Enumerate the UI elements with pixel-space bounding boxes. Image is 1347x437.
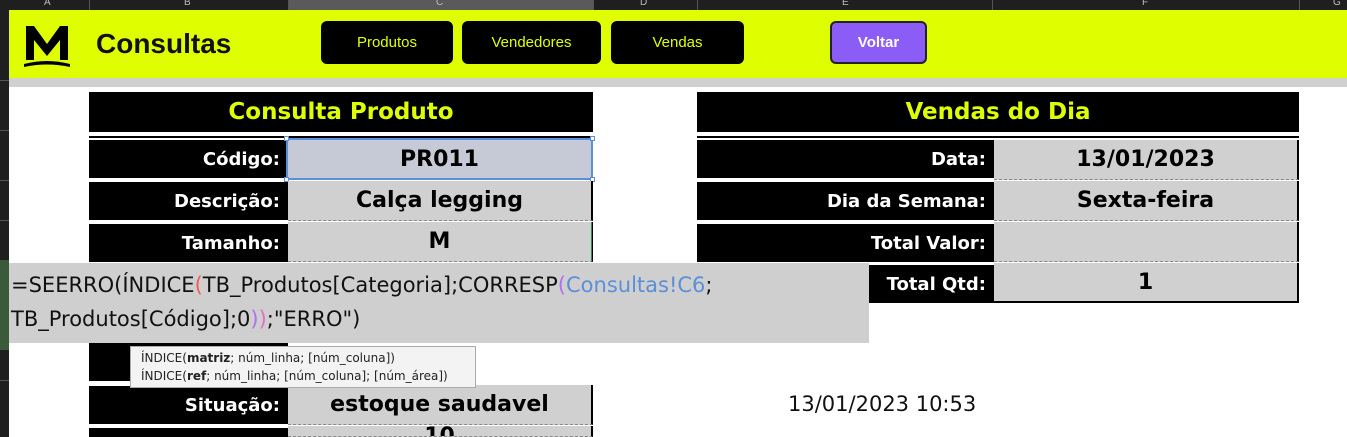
partial-row-cell[interactable]: 10 [288,426,593,437]
descricao-cell[interactable]: Calça legging [288,181,593,221]
row-separator [0,220,9,221]
formula-edit-box[interactable]: =SEERRO(ÍNDICE(TB_Produtos[Categoria];CO… [9,263,869,343]
row-separator [0,380,9,381]
total-valor-label: Total Valor: [697,224,994,264]
timestamp: 13/01/2023 10:53 [788,392,977,416]
formula-paren: ( [194,273,203,297]
row-header-bar [0,10,9,437]
tooltip-fn-name: ÍNDICE( [141,369,187,383]
row-separator [0,80,9,81]
situacao-cell[interactable]: estoque saudavel [288,385,593,425]
column-separator [697,0,698,10]
column-header-d[interactable]: D [640,0,647,8]
column-header-g[interactable]: G [1333,0,1341,8]
total-qtd-label: Total Qtd: [869,265,994,305]
formula-paren: ) [250,307,259,331]
column-separator [288,0,289,10]
codigo-label: Código: [89,140,288,180]
function-signature-tooltip: ÍNDICE(matriz; núm_linha; [núm_coluna]) … [130,346,476,388]
column-header-a[interactable]: A [44,0,51,8]
tooltip-line-ref[interactable]: ÍNDICE(ref; núm_linha; [núm_coluna]; [nú… [141,367,465,385]
m-logo-icon [24,26,70,67]
tamanho-label: Tamanho: [89,224,288,264]
column-header-f[interactable]: F [1142,0,1148,8]
formula-part: TB_Produtos[Categoria];CORRESP [202,273,558,297]
column-header-b[interactable]: B [184,0,191,8]
formula-part: =SEERRO(ÍNDICE [11,273,195,297]
formula-part: ; [705,273,713,297]
column-separator [992,0,993,10]
data-label: Data: [697,140,994,180]
produtos-button[interactable]: Produtos [321,21,453,64]
dia-semana-label: Dia da Semana: [697,182,994,222]
situacao-label: Situação: [89,386,288,426]
column-header-bar: A B C D E F G [0,0,1347,10]
selection-handle[interactable] [284,136,289,141]
active-row-highlight [0,260,9,350]
total-qtd-cell[interactable]: 1 [994,263,1299,303]
selection-handle[interactable] [590,136,595,141]
vendas-do-dia-title: Vendas do Dia [697,92,1299,132]
tooltip-line-matriz[interactable]: ÍNDICE(matriz; núm_linha; [núm_coluna]) [141,349,465,367]
formula-paren: ) [258,307,267,331]
tooltip-arg: ref [186,369,207,383]
descricao-label: Descrição: [89,182,288,222]
column-header-c[interactable]: C [436,0,443,8]
total-valor-cell[interactable] [994,222,1299,262]
tooltip-args: ; núm_linha; [núm_coluna]) [230,351,395,365]
tooltip-args: ; núm_linha; [núm_coluna]; [núm_área]) [206,369,448,383]
vendedores-button[interactable]: Vendedores [462,21,601,64]
cell-border-indicator [591,222,592,262]
voltar-button[interactable]: Voltar [830,21,927,64]
formula-part: TB_Produtos[Código];0 [11,307,251,331]
column-separator [1299,0,1300,10]
column-separator [89,0,90,10]
column-header-e[interactable]: E [842,0,849,8]
formula-cell-reference[interactable]: Consultas!C6 [566,273,705,297]
partial-row-label [89,428,288,437]
codigo-cell[interactable]: PR011 [286,138,593,180]
vendas-button[interactable]: Vendas [611,21,744,64]
panel-border [697,136,1299,138]
tooltip-fn-name: ÍNDICE( [141,351,187,365]
formula-part: ;"ERRO") [266,307,361,331]
column-separator [593,0,594,10]
formula-paren: ( [557,273,566,297]
data-cell[interactable]: 13/01/2023 [994,140,1299,180]
consulta-produto-title: Consulta Produto [89,92,593,132]
row-separator [0,130,9,131]
dia-semana-cell[interactable]: Sexta-feira [994,181,1299,221]
app-title: Consultas [96,28,232,59]
header-divider-strip [9,78,1347,87]
tooltip-arg: matriz [186,351,231,365]
row-separator [0,180,9,181]
tamanho-cell[interactable]: M [288,222,593,262]
